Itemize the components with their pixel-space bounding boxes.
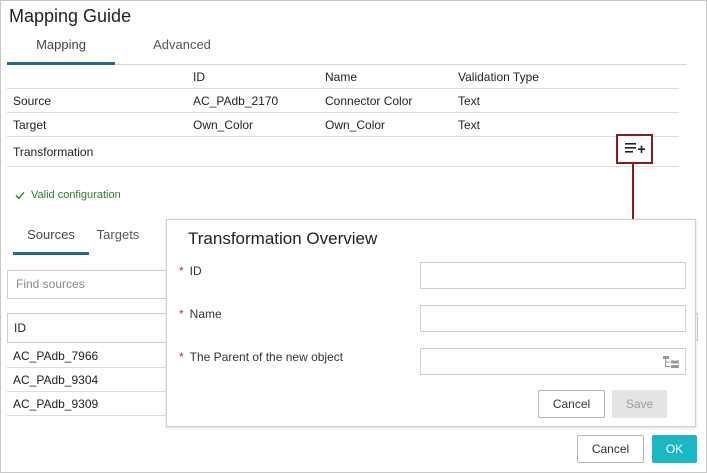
add-transformation-button[interactable] (616, 134, 653, 164)
tab-advanced[interactable]: Advanced (127, 31, 237, 65)
tree-icon[interactable] (663, 356, 679, 369)
required-marker: * (179, 307, 184, 321)
overview-save-button[interactable]: Save (612, 390, 667, 418)
row-name: Own_Color (325, 118, 386, 132)
parent-label-text: The Parent of the new object (189, 350, 344, 364)
cancel-button[interactable]: Cancel (577, 435, 644, 463)
mapping-table-header: ID Name Validation Type (7, 65, 679, 89)
required-marker: * (179, 350, 184, 364)
transformation-overview-panel: Transformation Overview * ID * Name * The P… (166, 219, 696, 427)
row-id: AC_PAdb_2170 (193, 94, 279, 108)
source-target-tabs: Sources Targets (7, 221, 167, 255)
row-label: Transformation (13, 145, 94, 159)
list-item[interactable]: AC_PAdb_7966 (7, 344, 172, 368)
parent-object-field[interactable] (420, 348, 686, 375)
column-header-validation-type: Validation Type (458, 70, 539, 84)
tab-mapping[interactable]: Mapping (7, 31, 115, 65)
overview-cancel-button[interactable]: Cancel (538, 390, 605, 418)
dialog-title: Mapping Guide (9, 6, 132, 26)
name-field[interactable] (420, 305, 686, 332)
table-row-transformation: Transformation (7, 137, 679, 167)
name-label-text: Name (189, 307, 222, 321)
validation-status-text: Valid configuration (31, 189, 121, 201)
row-type: Text (458, 118, 481, 132)
parent-field-label: * The Parent of the new object (179, 350, 343, 364)
id-field-label: * ID (179, 264, 202, 278)
tab-targets[interactable]: Targets (93, 221, 143, 255)
table-row-target: Target Own_Color Own_Color Text (7, 113, 679, 137)
find-sources-input[interactable]: Find sources (7, 270, 172, 299)
sources-list-header: ID (7, 313, 172, 343)
id-label-text: ID (189, 264, 202, 278)
validation-status: Valid configuration (15, 189, 121, 201)
row-label: Source (13, 94, 52, 108)
row-id: Own_Color (193, 118, 254, 132)
table-row-source: Source AC_PAdb_2170 Connector Color Text (7, 89, 679, 113)
list-add-icon (624, 143, 645, 153)
column-header-id: ID (193, 70, 205, 84)
transformation-overview-title: Transformation Overview (188, 229, 378, 248)
list-item[interactable]: AC_PAdb_9304 (7, 368, 172, 392)
row-label: Target (13, 118, 47, 132)
check-icon (15, 191, 25, 199)
tab-sources[interactable]: Sources (13, 221, 89, 255)
mapping-table: ID Name Validation Type Source AC_PAdb_2… (7, 65, 679, 167)
row-name: Connector Color (325, 94, 413, 108)
row-type: Text (458, 94, 481, 108)
ok-button[interactable]: OK (652, 435, 697, 463)
id-field[interactable] (420, 262, 686, 289)
mapping-guide-dialog: Mapping Guide Mapping Advanced ID Name V… (0, 0, 707, 473)
column-header-name: Name (325, 70, 358, 84)
top-tabs: Mapping Advanced (7, 31, 687, 65)
list-item[interactable]: AC_PAdb_9309 (7, 392, 172, 416)
name-field-label: * Name (179, 307, 222, 321)
required-marker: * (179, 264, 184, 278)
